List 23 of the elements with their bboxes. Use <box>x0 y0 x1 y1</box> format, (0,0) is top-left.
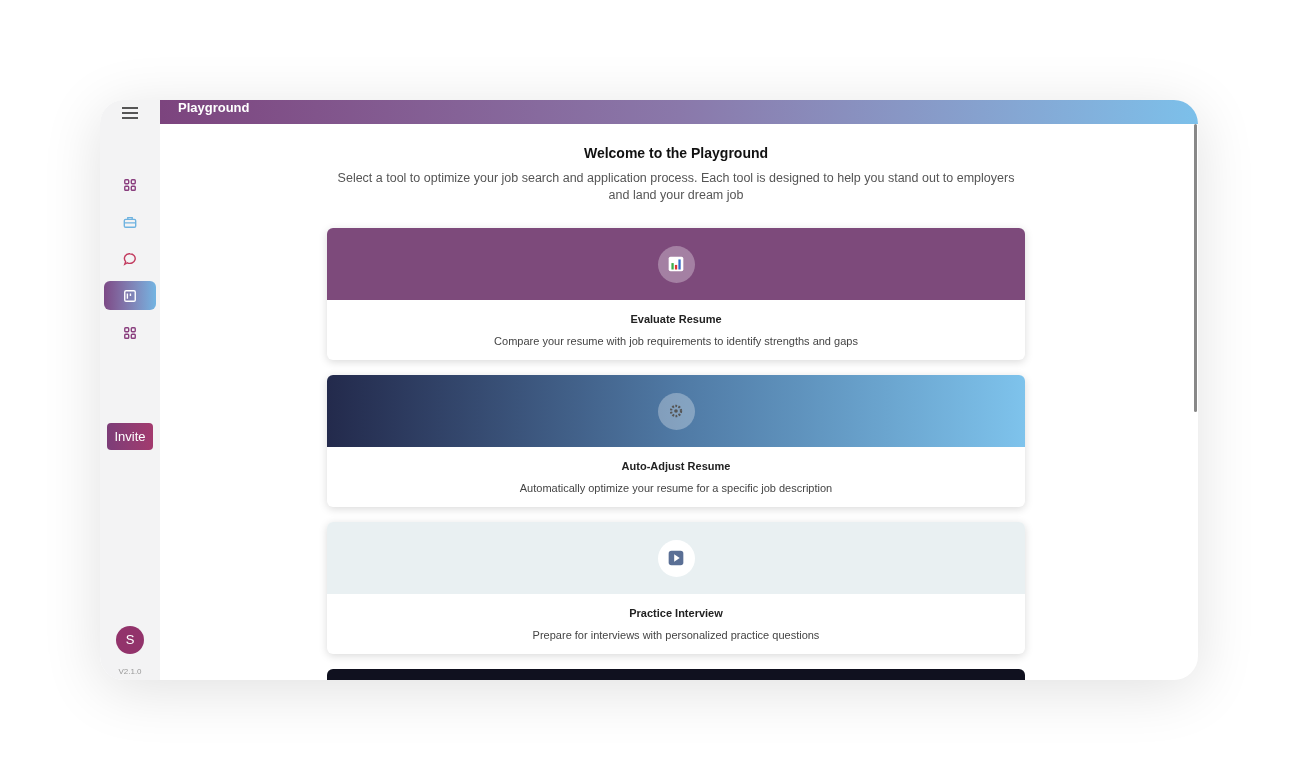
board-icon <box>123 288 137 303</box>
page-title: Playground <box>178 100 250 116</box>
invite-button[interactable]: Invite <box>107 423 153 450</box>
sidebar-item[interactable] <box>104 281 156 310</box>
tool-description: Compare your resume with job requirements to identify strengths and gaps <box>494 334 858 349</box>
tool-description: Automatically optimize your resume for a specific job description <box>519 481 833 496</box>
tool-title: Auto-Adjust Resume <box>621 458 731 474</box>
scrollbar[interactable] <box>1194 124 1197 412</box>
welcome-heading: Welcome to the Playground <box>583 144 769 163</box>
intro-text: Select a tool to optimize your job search and application process. Each tool is designed to help you stand out to employers and land your dream job <box>336 170 1016 204</box>
tool-title: Practice Interview <box>629 605 723 621</box>
version-label: V2.1.0 <box>118 666 142 678</box>
tool-description: Prepare for interviews with personalized practice questions <box>532 628 820 643</box>
grid-icon <box>123 177 137 192</box>
grid-icon <box>123 325 137 340</box>
tool-title: Evaluate Resume <box>630 311 722 327</box>
tool-card[interactable]: Auto-Adjust Resume Automatically optimize your resume for a specific job description <box>327 375 1025 507</box>
menu-icon[interactable] <box>122 106 138 120</box>
tool-card[interactable]: Practice Interview Prepare for interviews with personalized practice questions <box>327 522 1025 654</box>
user-avatar[interactable]: S <box>116 626 144 654</box>
chat-bubble-icon <box>123 251 137 266</box>
tool-card[interactable]: Evaluate Resume Compare your resume with job requirements to identify strengths and gaps <box>327 228 1025 360</box>
briefcase-icon <box>123 214 137 229</box>
